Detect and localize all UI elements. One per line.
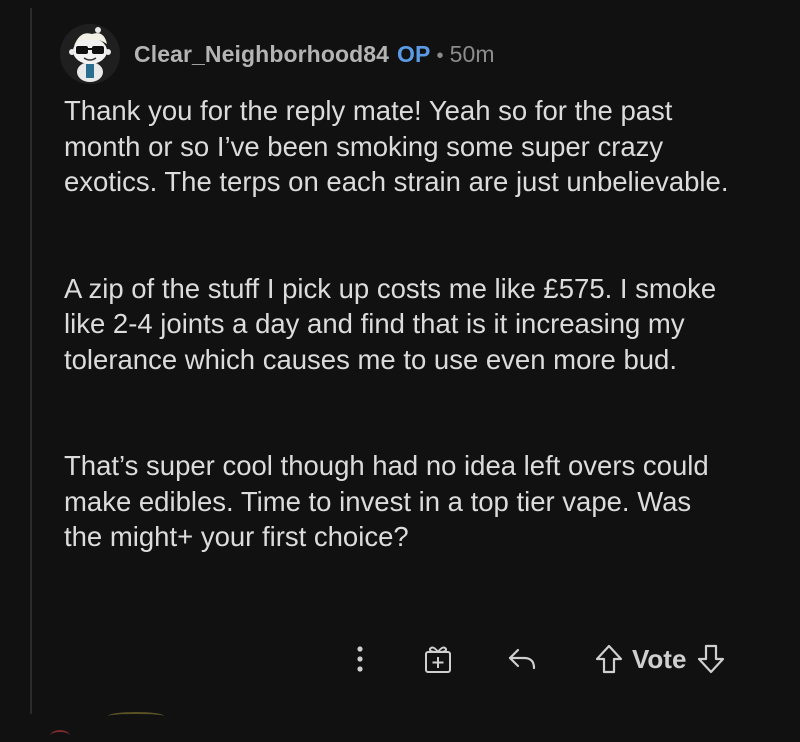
downvote-arrow-icon (698, 644, 725, 674)
user-avatar[interactable] (60, 24, 120, 84)
comment-header: Clear_Neighborhood84 OP • 50m (60, 22, 800, 86)
next-comment-avatar-edge (108, 712, 164, 720)
op-badge: OP (397, 40, 431, 67)
vote-group: Vote (594, 643, 726, 675)
gift-award-icon (425, 646, 451, 673)
comment-actions: Vote (340, 636, 726, 682)
comment-paragraph: That’s super cool though had no idea lef… (64, 450, 709, 552)
reply-button[interactable] (502, 645, 542, 673)
more-options-button[interactable] (340, 644, 380, 674)
more-vertical-icon (357, 646, 363, 672)
comment-paragraph: A zip of the stuff I pick up costs me li… (64, 272, 717, 375)
upvote-arrow-icon (595, 644, 623, 674)
thread-line[interactable] (30, 8, 32, 714)
next-comment-avatar-edge (50, 730, 70, 742)
award-button[interactable] (418, 643, 458, 675)
reply-icon (508, 648, 536, 670)
downvote-button[interactable] (696, 643, 726, 675)
upvote-button[interactable] (594, 643, 624, 675)
comment-timestamp: 50m (449, 40, 495, 67)
comment: Clear_Neighborhood84 OP • 50m (60, 22, 800, 86)
snoo-avatar-icon (60, 24, 120, 84)
vote-label: Vote (632, 643, 687, 674)
comment-meta: Clear_Neighborhood84 OP • 50m (134, 41, 495, 68)
comment-paragraph: Thank you for the reply mate! Yeah so fo… (64, 95, 729, 197)
comment-body: Thank you for the reply mate! Yeah so fo… (64, 93, 800, 555)
meta-separator: • (436, 44, 444, 67)
username-link[interactable]: Clear_Neighborhood84 (134, 41, 389, 68)
